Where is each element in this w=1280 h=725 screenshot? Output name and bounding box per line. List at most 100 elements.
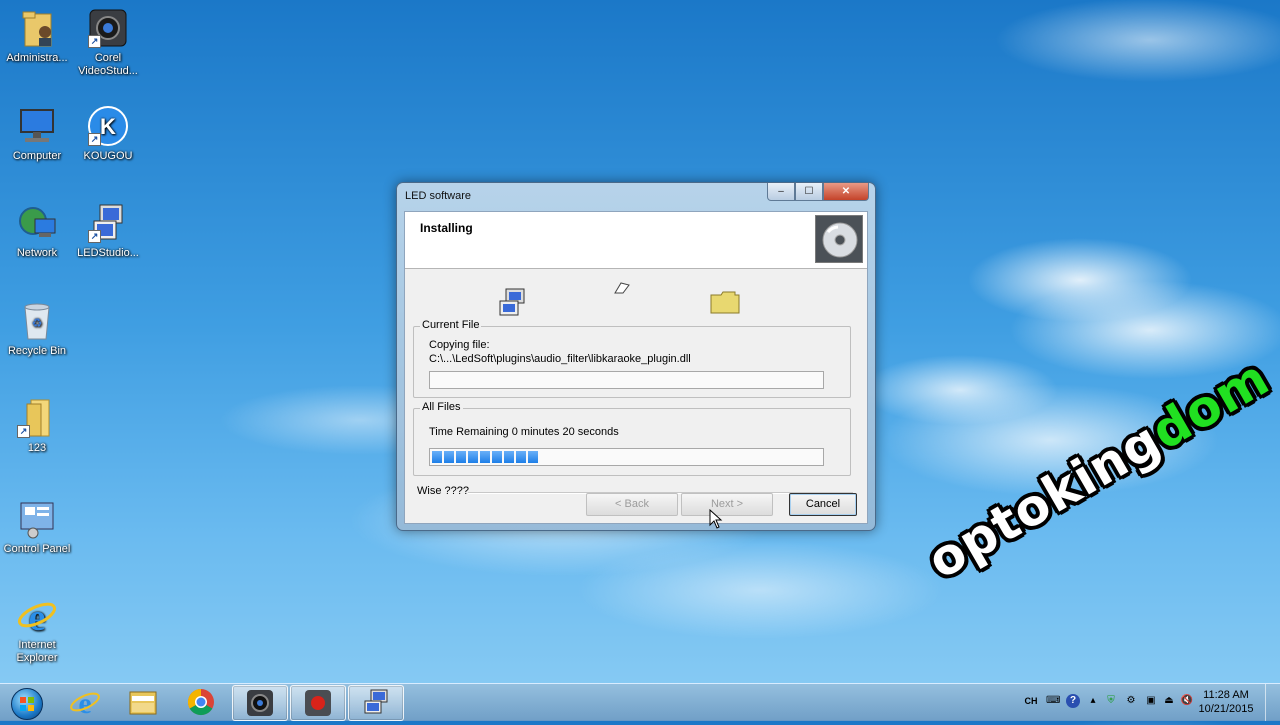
control-panel-icon	[15, 497, 59, 541]
svg-text:♻: ♻	[32, 316, 43, 330]
windows-orb-icon	[11, 688, 43, 720]
current-file-group: Current File Copying file: C:\...\LedSof…	[413, 319, 851, 398]
corel-videostudio-icon: ↗	[86, 6, 130, 50]
desktop-icon-network[interactable]: Network	[0, 201, 74, 260]
show-desktop-button[interactable]	[1265, 684, 1280, 721]
maximize-button[interactable]: ☐	[795, 183, 823, 201]
taskbar-corel-videostudio[interactable]	[232, 685, 288, 721]
progress-segment	[528, 451, 538, 463]
clock[interactable]: 11:28 AM 10/21/2015	[1194, 688, 1258, 716]
watermark-part1: optoking	[918, 410, 1171, 591]
language-indicator[interactable]: CH	[1024, 694, 1038, 708]
desktop-icon-label: Internet Explorer	[16, 639, 58, 664]
taskbar: e CH ⌨ ? ▴ ⛨ ⚙ ▣ ⏏ 🔇 11:28 AM 10/21/2015	[0, 683, 1280, 721]
security-shield-icon[interactable]: ⛨	[1104, 694, 1118, 708]
volume-muted-icon[interactable]: 🔇	[1180, 694, 1194, 708]
user-folder-icon	[15, 6, 59, 50]
desktop-icon-label: Network	[16, 247, 58, 259]
recycle-bin-icon: ♻	[15, 299, 59, 343]
chrome-icon	[187, 688, 214, 716]
wise-brand-label: Wise ????	[417, 485, 469, 497]
window-controls: – ☐ ✕	[767, 183, 869, 201]
close-button[interactable]: ✕	[823, 183, 869, 201]
copying-label: Copying file:	[429, 339, 490, 351]
network-icon	[15, 201, 59, 245]
progress-segment	[504, 451, 514, 463]
internet-explorer-icon: e	[15, 593, 59, 639]
taskbar-recorder[interactable]	[290, 685, 346, 721]
clock-time: 11:28 AM	[1203, 689, 1249, 701]
progress-segment	[456, 451, 466, 463]
copy-animation	[405, 269, 867, 319]
next-button[interactable]: Next >	[681, 493, 773, 516]
desktop-icon-label: KOUGOU	[83, 150, 133, 162]
progress-segment	[432, 451, 442, 463]
all-files-progress-bar	[429, 448, 824, 466]
all-files-group: All Files Time Remaining 0 minutes 20 se…	[413, 401, 851, 476]
current-file-progress-bar	[429, 371, 824, 389]
folder-icon: ↗	[15, 396, 59, 440]
desktop-icon-kougou[interactable]: K ↗ KOUGOU	[71, 104, 145, 163]
chevron-up-icon[interactable]: ▴	[1086, 694, 1100, 708]
start-button[interactable]	[4, 685, 48, 720]
computer-icon	[15, 104, 59, 148]
computer-installer-icon	[497, 287, 529, 324]
ledstudio-installer-icon	[364, 689, 388, 714]
installer-client-area: Installing Current File Copying file: C:…	[404, 211, 868, 524]
desktop-icon-label: 123	[27, 442, 47, 454]
taskbar-windows-explorer[interactable]	[116, 685, 170, 719]
page-title: Installing	[420, 221, 473, 235]
cancel-button[interactable]: Cancel	[789, 493, 857, 516]
minimize-button[interactable]: –	[767, 183, 795, 201]
progress-segment	[444, 451, 454, 463]
network-tray-icon[interactable]: ▣	[1144, 694, 1158, 708]
windows-explorer-icon	[129, 691, 157, 715]
progress-fill	[432, 451, 538, 463]
installer-header: Installing	[405, 212, 867, 269]
svg-text:K: K	[100, 114, 116, 139]
desktop-icon-label: Computer	[12, 150, 62, 162]
desktop-icon-ledstudio[interactable]: ↗ LEDStudio...	[71, 201, 145, 260]
kougou-icon: K ↗	[86, 104, 130, 148]
watermark-part2: dom	[1141, 348, 1280, 462]
desktop-icon-internet-explorer[interactable]: e Internet Explorer	[0, 593, 74, 665]
shortcut-arrow-icon: ↗	[88, 230, 101, 243]
title-bar[interactable]: LED software – ☐ ✕	[397, 183, 875, 209]
internet-explorer-icon: e	[70, 687, 100, 720]
svg-text:e: e	[78, 687, 91, 719]
shortcut-arrow-icon: ↗	[88, 35, 101, 48]
current-file-path: C:\...\LedSoft\plugins\audio_filter\libk…	[429, 353, 691, 365]
desktop-icon-computer[interactable]: Computer	[0, 104, 74, 163]
desktop-icon-label: Administra...	[6, 52, 68, 64]
progress-segment	[480, 451, 490, 463]
back-button[interactable]: < Back	[586, 493, 678, 516]
settings-icon[interactable]: ⚙	[1124, 694, 1138, 708]
ledstudio-icon: ↗	[86, 201, 130, 245]
keyboard-icon[interactable]: ⌨	[1046, 694, 1060, 708]
group-label: Current File	[420, 319, 482, 331]
desktop-icon-123[interactable]: ↗ 123	[0, 396, 74, 455]
system-tray: CH ⌨ ? ▴ ⛨ ⚙ ▣ ⏏ 🔇 11:28 AM 10/21/2015	[1020, 684, 1280, 721]
progress-segment	[516, 451, 526, 463]
time-remaining: Time Remaining 0 minutes 20 seconds	[429, 426, 619, 438]
desktop-icon-control-panel[interactable]: Control Panel	[0, 497, 74, 556]
corel-videostudio-icon	[247, 690, 273, 716]
taskbar-internet-explorer[interactable]: e	[58, 685, 112, 720]
desktop-icon-label: Corel VideoStud...	[78, 52, 138, 77]
progress-segment	[468, 451, 478, 463]
shortcut-arrow-icon: ↗	[17, 425, 30, 438]
desktop-icon-administrator[interactable]: Administra...	[0, 6, 74, 65]
desktop-icon-label: Control Panel	[3, 543, 71, 555]
desktop-icon-label: LEDStudio...	[77, 247, 139, 259]
desktop-icon-corel-videostudio[interactable]: ↗ Corel VideoStud...	[71, 6, 145, 78]
progress-segment	[492, 451, 502, 463]
taskbar-ledstudio-installer[interactable]	[348, 685, 404, 721]
desktop-icon-recycle-bin[interactable]: ♻ Recycle Bin	[0, 299, 74, 358]
flying-page-icon	[613, 281, 631, 300]
usb-icon[interactable]: ⏏	[1162, 694, 1176, 708]
taskbar-chrome[interactable]	[174, 685, 228, 719]
help-icon[interactable]: ?	[1066, 694, 1080, 708]
shortcut-arrow-icon: ↗	[88, 133, 101, 146]
clock-date: 10/21/2015	[1198, 703, 1254, 715]
desktop-icon-label: Recycle Bin	[7, 345, 67, 357]
